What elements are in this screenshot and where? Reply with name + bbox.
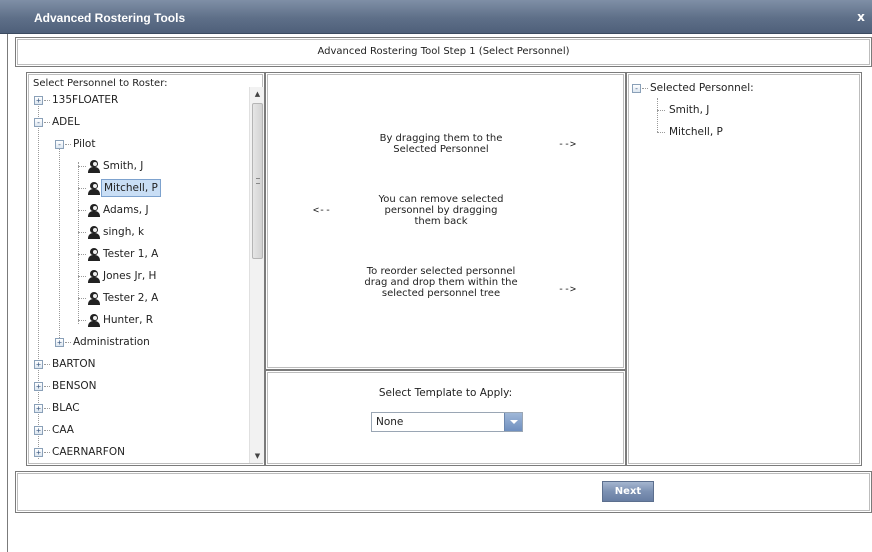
tree-node-label: Tester 2, A (103, 292, 159, 304)
template-select[interactable]: None (371, 412, 523, 432)
footer-bar: Next (15, 471, 872, 513)
scroll-down-icon[interactable]: ▼ (250, 449, 264, 463)
tree-node-label: Tester 1, A (103, 248, 159, 260)
tree-node-label: BARTON (52, 358, 96, 370)
template-label: Select Template to Apply: (378, 387, 513, 399)
template-select-value: None (376, 416, 404, 428)
instructions-panel: By dragging them to the Selected Personn… (265, 72, 626, 370)
tree-node-label: Pilot (73, 138, 96, 150)
template-panel: Select Template to Apply: None (265, 370, 626, 466)
next-button[interactable]: Next (602, 481, 654, 502)
left-arrow-indicator: <-- (313, 205, 332, 216)
window-titlebar: Advanced Rostering Tools x (0, 0, 872, 34)
selected-person-label: Mitchell, P (669, 126, 723, 138)
person-icon (88, 314, 100, 327)
collapse-icon[interactable]: - (34, 118, 43, 127)
tree-connector (657, 98, 658, 132)
expand-icon[interactable]: + (34, 96, 43, 105)
window-left-border (0, 34, 8, 552)
collapse-icon[interactable]: - (55, 140, 64, 149)
expand-icon[interactable]: + (34, 404, 43, 413)
tree-node-label: Adams, J (103, 204, 149, 216)
tree-node-label: BENSON (52, 380, 97, 392)
tree-node-label: CAERNARFON (52, 446, 125, 458)
step-title: Advanced Rostering Tool Step 1 (Select P… (317, 46, 570, 57)
scroll-up-icon[interactable]: ▲ (250, 87, 264, 101)
close-icon[interactable]: x (853, 10, 869, 25)
tree-node-label: Hunter, R (103, 314, 154, 326)
person-icon (88, 248, 100, 261)
tree-node-label: 135FLOATER (52, 94, 119, 106)
selected-person-label: Smith, J (669, 104, 710, 116)
expand-icon[interactable]: + (34, 360, 43, 369)
person-icon (88, 204, 100, 217)
right-arrow-indicator: --> (558, 284, 577, 295)
personnel-tree-panel: Select Personnel to Roster: + 135FLOATER… (26, 72, 265, 466)
tree-node-label: BLAC (52, 402, 80, 414)
person-icon (88, 270, 100, 283)
person-icon (88, 182, 100, 195)
step-header: Advanced Rostering Tool Step 1 (Select P… (15, 37, 872, 67)
person-icon (88, 226, 100, 239)
expand-icon[interactable]: + (34, 448, 43, 457)
tree-scrollbar[interactable]: ▲ ▼ (249, 87, 264, 463)
tree-node-label: CAA (52, 424, 74, 436)
selected-personnel-panel: - Selected Personnel: Smith, J Mitchell,… (626, 72, 862, 466)
tree-connector (78, 162, 79, 324)
collapse-icon[interactable]: - (632, 84, 641, 93)
instruction-drag-to-selected: By dragging them to the Selected Personn… (379, 133, 503, 155)
dropdown-button[interactable] (504, 413, 522, 431)
right-arrow-indicator: --> (558, 139, 577, 150)
tree-node-label: ADEL (52, 116, 80, 128)
person-icon (88, 292, 100, 305)
tree-node-label: Smith, J (103, 160, 144, 172)
personnel-tree: + 135FLOATER - ADEL - Pilot Smith, J Mit… (27, 73, 251, 465)
person-icon (88, 160, 100, 173)
tree-node-label-selected: Mitchell, P (101, 179, 161, 197)
chevron-down-icon (510, 420, 518, 424)
tree-node-label: singh, k (103, 226, 145, 238)
scrollbar-grip (256, 178, 260, 184)
tree-connector (59, 141, 60, 346)
tree-node-label: Administration (73, 336, 150, 348)
instruction-remove-selected: You can remove selected personnel by dra… (378, 194, 504, 227)
expand-icon[interactable]: + (34, 426, 43, 435)
expand-icon[interactable]: + (34, 382, 43, 391)
scrollbar-thumb[interactable] (252, 103, 263, 259)
window-title: Advanced Rostering Tools (34, 11, 186, 25)
tree-node-label: Jones Jr, H (103, 270, 157, 282)
instruction-reorder: To reorder selected personnel drag and d… (364, 266, 518, 299)
selected-personnel-heading: Selected Personnel: (650, 82, 754, 94)
expand-icon[interactable]: + (55, 338, 64, 347)
